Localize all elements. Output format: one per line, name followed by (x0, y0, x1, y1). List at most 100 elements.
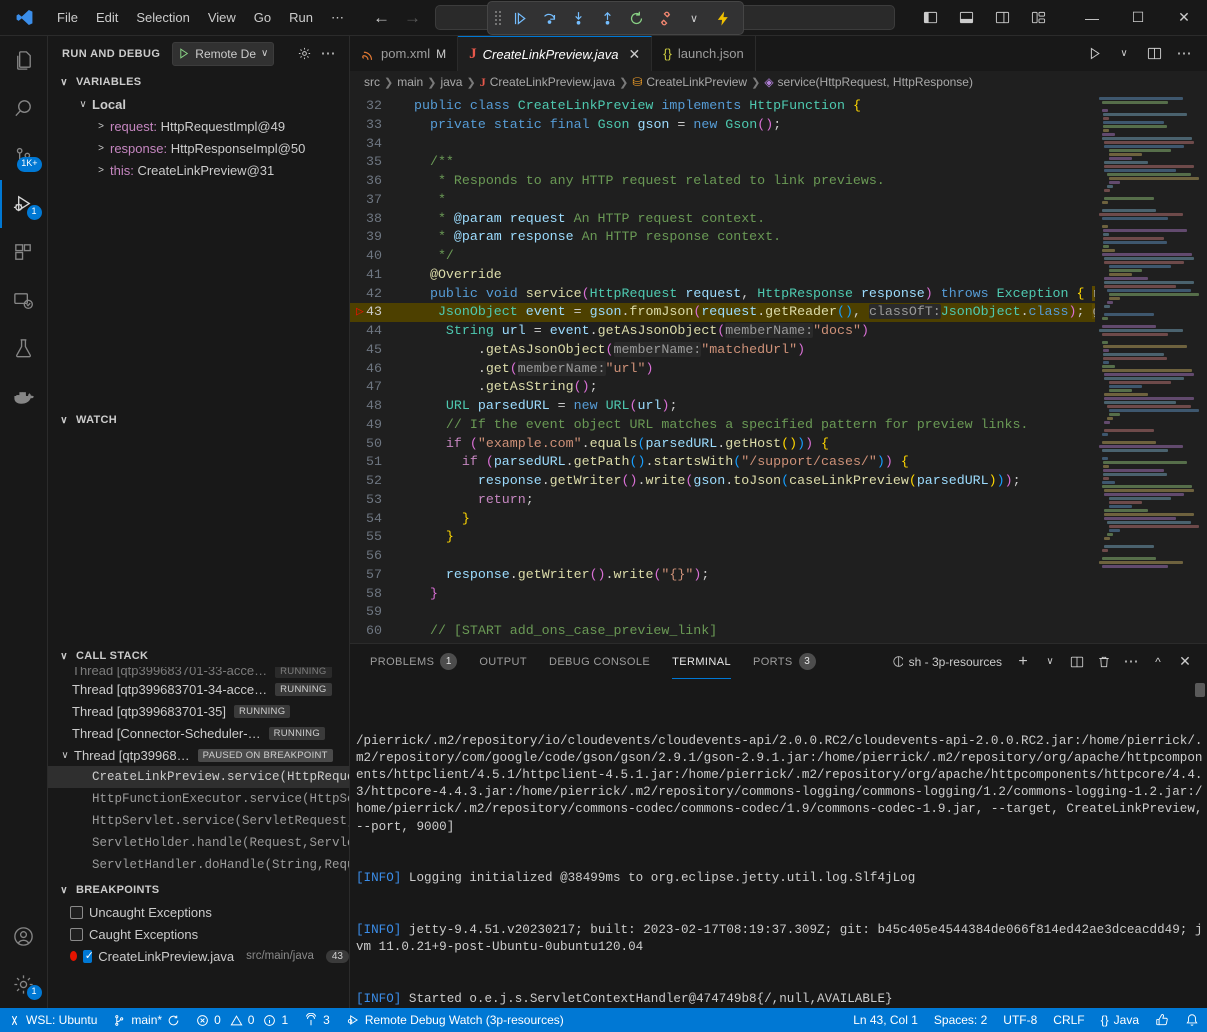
variables-scope-local[interactable]: ∨ Local (48, 93, 349, 115)
breadcrumb-file[interactable]: CreateLinkPreview.java (490, 75, 615, 89)
panel-more-actions-icon[interactable]: ⋯ (1119, 650, 1143, 674)
breakpoint-checkbox[interactable] (70, 906, 83, 919)
status-ports[interactable]: 3 (296, 1008, 338, 1032)
status-notifications[interactable] (1177, 1008, 1207, 1032)
tab-ports[interactable]: PORTS 3 (743, 644, 826, 679)
stack-frame-row[interactable]: HttpFunctionExecutor.service(HttpSer (48, 788, 349, 810)
status-eol[interactable]: CRLF (1045, 1008, 1092, 1032)
stack-frame-row[interactable]: ServletHandler.doHandle(String,Reque (48, 854, 349, 876)
step-over-button[interactable] (536, 5, 562, 31)
tab-output[interactable]: OUTPUT (469, 644, 537, 679)
tab-launch-json[interactable]: {} launch.json (652, 36, 755, 71)
menu-selection[interactable]: Selection (127, 7, 198, 28)
run-dropdown-icon[interactable]: ∨ (1111, 41, 1137, 67)
toggle-primary-sidebar-icon[interactable] (915, 3, 945, 33)
chevron-down-icon[interactable]: ∨ (56, 885, 72, 896)
chevron-right-icon[interactable]: > (92, 143, 110, 154)
sync-icon[interactable] (167, 1014, 180, 1027)
run-file-icon[interactable] (1081, 41, 1107, 67)
stack-frame-row[interactable]: ServletHolder.handle(Request,Servlet (48, 832, 349, 854)
status-git-branch[interactable]: main* (105, 1008, 188, 1032)
new-terminal-icon[interactable]: + (1011, 650, 1035, 674)
thread-row-paused[interactable]: ∨ Thread [qtp39968… PAUSED ON BREAKPOINT (48, 744, 349, 766)
menu-run[interactable]: Run (280, 7, 322, 28)
disconnect-button[interactable] (652, 5, 678, 31)
customize-layout-icon[interactable] (1023, 3, 1053, 33)
lightning-icon[interactable] (710, 5, 736, 31)
activity-extensions-icon[interactable] (0, 228, 48, 276)
open-launch-settings-icon[interactable] (293, 43, 315, 65)
thread-row[interactable]: Thread [Connector-Scheduler-… RUNNING (48, 722, 349, 744)
drag-handle-icon[interactable] (495, 11, 501, 25)
menu-go[interactable]: Go (245, 7, 280, 28)
stack-frame-row[interactable]: HttpServlet.service(ServletRequest,S (48, 810, 349, 832)
breakpoint-row[interactable]: CreateLinkPreview.java src/main/java 43 (48, 945, 349, 967)
forward-arrow-icon[interactable]: → (404, 9, 421, 26)
activity-run-and-debug-icon[interactable]: 1 (0, 180, 48, 228)
activity-remote-explorer-icon[interactable] (0, 276, 48, 324)
breadcrumb-java[interactable]: java (440, 75, 462, 89)
menu-more[interactable]: ⋯ (322, 7, 353, 29)
thread-row[interactable]: Thread [qtp399683701-33-acce… RUNNING (48, 667, 349, 678)
menu-file[interactable]: File (48, 7, 87, 28)
breakpoint-checkbox[interactable] (83, 950, 92, 963)
terminal-scrollbar[interactable] (1195, 683, 1205, 697)
breakpoint-arrow-icon[interactable]: ▷ (356, 303, 364, 322)
variable-row[interactable]: > request: HttpRequestImpl@49 (48, 115, 349, 137)
chevron-up-icon[interactable]: ^ (1146, 650, 1170, 674)
activity-docker-icon[interactable] (0, 372, 48, 420)
launch-configuration-select[interactable]: Remote De ∨ (172, 42, 274, 66)
chevron-down-icon[interactable]: ∨ (56, 750, 74, 761)
tab-debug-console[interactable]: DEBUG CONSOLE (539, 644, 660, 679)
breadcrumb-method[interactable]: service(HttpRequest, HttpResponse) (778, 75, 973, 89)
split-terminal-icon[interactable] (1065, 650, 1089, 674)
watch-section-header[interactable]: ∨ WATCH (48, 409, 349, 431)
chevron-down-icon[interactable]: ∨ (56, 651, 72, 662)
chevron-down-icon[interactable]: ∨ (56, 415, 72, 426)
minimize-button[interactable]: — (1069, 0, 1115, 36)
breadcrumb-class[interactable]: CreateLinkPreview (646, 75, 747, 89)
toggle-secondary-sidebar-icon[interactable] (987, 3, 1017, 33)
disconnect-dropdown-icon[interactable]: ∨ (681, 5, 707, 31)
status-problems[interactable]: 0 0 1 (188, 1008, 296, 1032)
continue-button[interactable] (507, 5, 533, 31)
chevron-down-icon[interactable]: ∨ (56, 77, 72, 88)
chevron-right-icon[interactable]: > (92, 121, 110, 132)
activity-source-control-icon[interactable]: 1K+ (0, 132, 48, 180)
tab-close-icon[interactable]: ✕ (628, 46, 640, 63)
menu-view[interactable]: View (199, 7, 245, 28)
tab-create-link-preview-java[interactable]: J CreateLinkPreview.java ✕ (458, 36, 652, 71)
step-into-button[interactable] (565, 5, 591, 31)
step-out-button[interactable] (594, 5, 620, 31)
callstack-section-header[interactable]: ∨ CALL STACK (48, 645, 349, 667)
tab-pom-xml[interactable]: pom.xml M (350, 36, 458, 71)
terminal-dropdown-icon[interactable]: ∨ (1038, 650, 1062, 674)
thread-row[interactable]: Thread [qtp399683701-35] RUNNING (48, 700, 349, 722)
split-editor-icon[interactable] (1141, 41, 1167, 67)
status-language-mode[interactable]: {} Java (1093, 1008, 1147, 1032)
chevron-down-icon[interactable]: ∨ (74, 99, 92, 110)
activity-testing-icon[interactable] (0, 324, 48, 372)
breakpoints-section-header[interactable]: ∨ BREAKPOINTS (48, 879, 349, 901)
maximize-button[interactable]: ☐ (1115, 0, 1161, 36)
code-lines[interactable]: 32public class CreateLinkPreview impleme… (350, 93, 1095, 643)
editor-minimap[interactable] (1095, 93, 1207, 643)
breakpoint-row[interactable]: Uncaught Exceptions (48, 901, 349, 923)
active-terminal-name[interactable]: sh - 3p-resources (884, 655, 1008, 669)
stack-frame-row[interactable]: CreateLinkPreview.service(HttpReques (48, 766, 349, 788)
sidebar-more-actions-icon[interactable]: ⋯ (317, 43, 339, 65)
variable-row[interactable]: > response: HttpResponseImpl@50 (48, 137, 349, 159)
status-encoding[interactable]: UTF-8 (995, 1008, 1045, 1032)
breadcrumb-src[interactable]: src (364, 75, 380, 89)
status-debug-session[interactable]: Remote Debug Watch (3p-resources) (338, 1008, 572, 1032)
status-cursor-position[interactable]: Ln 43, Col 1 (845, 1008, 926, 1032)
toggle-panel-icon[interactable] (951, 3, 981, 33)
status-feedback[interactable] (1147, 1008, 1177, 1032)
activity-explorer-icon[interactable] (0, 36, 48, 84)
thread-row[interactable]: Thread [qtp399683701-34-acce… RUNNING (48, 678, 349, 700)
kill-terminal-icon[interactable] (1092, 650, 1116, 674)
variable-row[interactable]: > this: CreateLinkPreview@31 (48, 159, 349, 181)
activity-search-icon[interactable] (0, 84, 48, 132)
restart-button[interactable] (623, 5, 649, 31)
chevron-down-icon[interactable]: ∨ (261, 48, 268, 59)
